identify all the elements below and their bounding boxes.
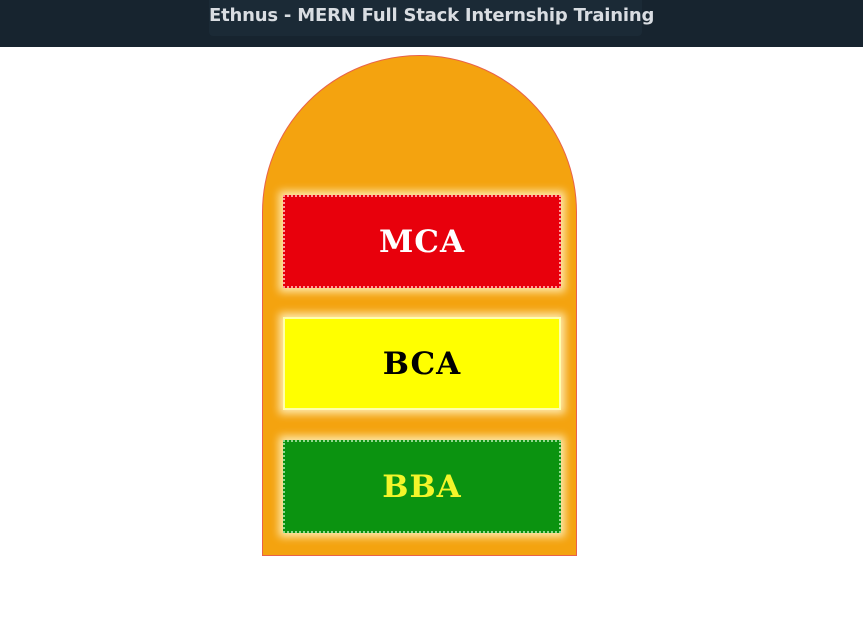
- page-title: Ethnus - MERN Full Stack Internship Trai…: [209, 5, 655, 26]
- bba-box: BBA: [283, 440, 561, 533]
- mca-label: MCA: [378, 223, 466, 260]
- mca-box: MCA: [283, 195, 561, 288]
- bca-box: BCA: [283, 317, 561, 410]
- title-container: Ethnus - MERN Full Stack Internship Trai…: [209, 0, 655, 36]
- bba-label: BBA: [382, 468, 462, 505]
- video-title-bar: Ethnus - MERN Full Stack Internship Trai…: [0, 0, 863, 47]
- bca-label: BCA: [382, 345, 462, 382]
